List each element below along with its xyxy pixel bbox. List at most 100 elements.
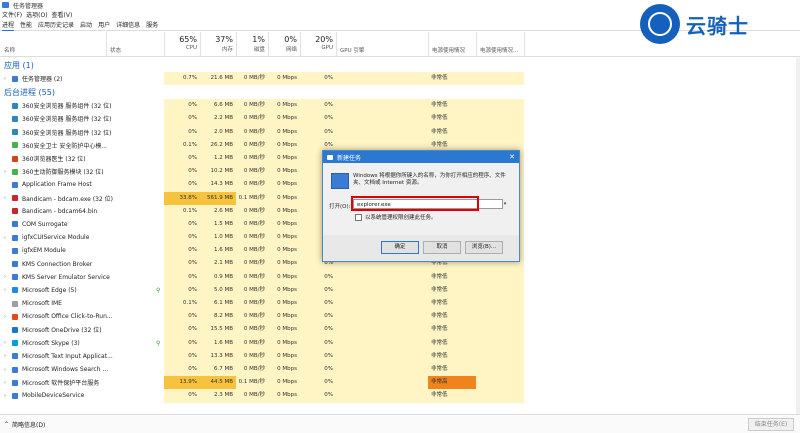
section-header: 后台进程 (55) [0, 85, 800, 99]
chevron-right-icon[interactable]: › [4, 76, 6, 82]
chevron-right-icon[interactable]: › [4, 393, 6, 399]
process-icon [12, 287, 18, 294]
column-power-trend[interactable]: 电源使用情况... [480, 46, 518, 54]
column-name[interactable]: 名称 [4, 46, 15, 54]
chevron-right-icon[interactable]: › [4, 287, 6, 293]
cell-mem: 0.9 MB [200, 270, 236, 284]
table-row[interactable]: Microsoft OneDrive (32 位) 0% 15.5 MB 0 MB/秒… [0, 323, 800, 337]
cell-cpu: 0% [164, 125, 200, 139]
cell-gpu: 0% [300, 72, 336, 86]
menu-file[interactable]: 文件(F) [2, 10, 22, 19]
cell-cpu: 0% [164, 362, 200, 377]
cell-gpu-engine [336, 310, 428, 324]
table-row[interactable]: › 任务管理器 (2) 0.7% 21.6 MB 0 MB/秒 0 Mbps 0% 非常低 [0, 72, 800, 86]
cell-mem: 2.0 MB [200, 125, 236, 139]
cell-disk: 0 MB/秒 [236, 125, 268, 139]
cell-cpu: 0.1% [164, 204, 200, 218]
column-memory[interactable]: 37% 内存 [200, 32, 236, 56]
chevron-right-icon[interactable]: › [4, 169, 6, 175]
cell-cpu: 0% [164, 231, 200, 245]
ok-button[interactable]: 确定 [381, 241, 419, 254]
cell-power-trend [476, 336, 524, 350]
close-icon[interactable]: ✕ [509, 153, 515, 161]
menu-view[interactable]: 查看(V) [52, 10, 73, 19]
chevron-right-icon[interactable]: › [4, 195, 6, 201]
cell-mem: 1.6 MB [200, 244, 236, 258]
process-icon [12, 234, 18, 241]
cell-disk: 0 MB/秒 [236, 204, 268, 218]
tab-details[interactable]: 详细信息 [116, 20, 140, 30]
column-cpu[interactable]: 65% CPU [164, 32, 200, 56]
table-row[interactable]: › Microsoft Skype (3) ⚲ 0% 1.6 MB 0 MB/秒 0 Mbp… [0, 336, 800, 350]
tab-startup[interactable]: 启动 [80, 20, 92, 30]
chevron-right-icon[interactable]: › [4, 340, 6, 346]
process-name: 360浏览器医生 (32 位) [22, 156, 86, 164]
cell-power: 非常低 [428, 125, 476, 139]
cell-gpu-engine [336, 72, 428, 86]
cancel-button[interactable]: 取消 [423, 241, 461, 254]
chevron-right-icon[interactable]: › [4, 380, 6, 386]
cell-cpu: 0% [164, 165, 200, 179]
tab-users[interactable]: 用户 [98, 20, 110, 30]
cell-net: 0 Mbps [268, 204, 300, 218]
menu-options[interactable]: 选项(O) [26, 10, 47, 19]
process-name: Microsoft Text Input Applicat... [22, 352, 113, 360]
table-row[interactable]: 360安全浏览器 服务组件 (32 位) 0% 2.2 MB 0 MB/秒 0 Mbps… [0, 112, 800, 126]
column-gpu-engine[interactable]: GPU 引擎 [340, 46, 364, 54]
cell-net: 0 Mbps [268, 362, 300, 377]
table-row[interactable]: › Microsoft 软件保护平台服务 13.9% 44.5 MB 0.1 MB/秒 0… [0, 376, 800, 390]
process-icon [12, 168, 18, 175]
end-task-button[interactable]: 结束任务(E) [748, 418, 794, 431]
vertical-scrollbar[interactable] [796, 58, 800, 414]
browse-button[interactable]: 浏览(B)... [465, 241, 503, 254]
cell-mem: 15.5 MB [200, 323, 236, 337]
tab-processes[interactable]: 进程 [2, 20, 15, 31]
chevron-right-icon[interactable]: › [4, 353, 6, 359]
table-row[interactable]: › KMS Server Emulator Service 0% 0.9 MB 0 MB… [0, 270, 800, 284]
cell-net: 0 Mbps [268, 191, 300, 205]
tab-app-history[interactable]: 应用历史记录 [38, 20, 74, 30]
chevron-right-icon[interactable]: › [4, 314, 6, 320]
process-name: Bandicam - bdcam.exe (32 位) [22, 195, 113, 203]
tab-performance[interactable]: 性能 [20, 20, 32, 30]
table-row[interactable]: › MobileDeviceService 0% 2.3 MB 0 MB/秒 0 Mbps… [0, 389, 800, 403]
table-row[interactable]: 360安全浏览器 服务组件 (32 位) 0% 6.6 MB 0 MB/秒 0 Mbps… [0, 99, 800, 113]
admin-checkbox[interactable] [355, 213, 362, 221]
column-power[interactable]: 电源使用情况 [432, 46, 465, 54]
column-gpu[interactable]: 20% GPU [300, 32, 336, 56]
column-network[interactable]: 0% 网络 [268, 32, 300, 56]
chevron-right-icon[interactable]: › [4, 274, 6, 280]
table-row[interactable]: 360安全浏览器 服务组件 (32 位) 0% 2.0 MB 0 MB/秒 0 Mbps… [0, 125, 800, 139]
run-program-icon [331, 173, 349, 189]
process-name: MobileDeviceService [22, 392, 85, 400]
column-status[interactable]: 状态 [110, 46, 121, 54]
cell-mem: 26.2 MB [200, 138, 236, 152]
chevron-down-icon[interactable]: ▾ [501, 199, 509, 209]
tab-services[interactable]: 服务 [146, 20, 158, 30]
fewer-details-button[interactable]: ⌃ 简略信息(D) [4, 420, 45, 429]
table-row[interactable]: › Microsoft Text Input Applicat... 0% 13.3 … [0, 349, 800, 363]
cell-gpu: 0% [300, 270, 336, 284]
process-icon [12, 142, 18, 149]
suspended-leaf-icon: ⚲ [156, 286, 161, 294]
table-row[interactable]: Microsoft IME 0.1% 6.1 MB 0 MB/秒 0 Mbps 0% 非常低 [0, 297, 800, 311]
cell-gpu-engine [336, 376, 428, 390]
cell-disk: 0 MB/秒 [236, 310, 268, 324]
process-icon [12, 75, 18, 82]
cell-power: 非常低 [428, 112, 476, 126]
cell-gpu-engine [336, 297, 428, 311]
table-row[interactable]: › Microsoft Edge (5) ⚲ 0% 5.0 MB 0 MB/秒 0 Mbps… [0, 283, 800, 297]
cell-net: 0 Mbps [268, 244, 300, 258]
chevron-right-icon[interactable]: › [4, 367, 6, 373]
table-row[interactable]: › Microsoft Windows Search ... 0% 6.7 MB 0 M… [0, 362, 800, 377]
chevron-right-icon[interactable]: › [4, 235, 6, 241]
process-icon [12, 392, 18, 399]
process-icon [12, 247, 18, 254]
cell-net: 0 Mbps [268, 99, 300, 113]
cell-gpu: 0% [300, 323, 336, 337]
cell-net: 0 Mbps [268, 72, 300, 86]
column-disk[interactable]: 1% 磁盘 [236, 32, 268, 56]
table-row[interactable]: › Microsoft Office Click-to-Run... 0% 8.2 M… [0, 310, 800, 324]
cell-gpu-engine [336, 323, 428, 337]
admin-checkbox-row[interactable]: 以系统管理权限创建此任务。 [355, 213, 437, 221]
